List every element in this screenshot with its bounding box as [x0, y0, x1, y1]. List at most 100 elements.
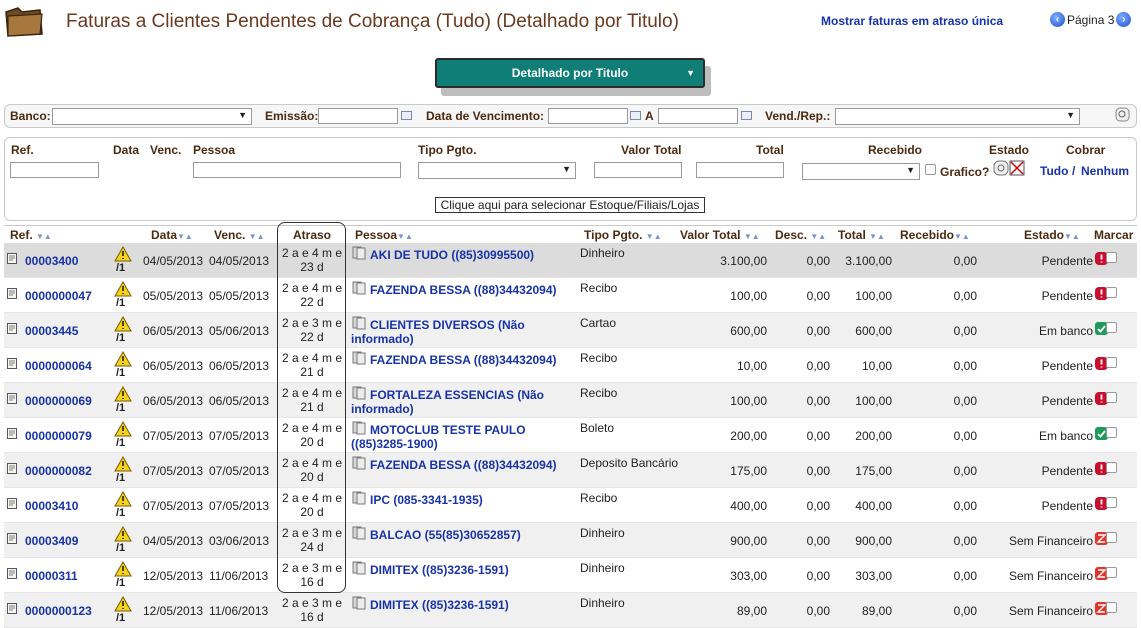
row-ref[interactable]: 00003410 — [25, 499, 78, 513]
col-total[interactable]: Total ▼▲ — [838, 228, 885, 242]
row-checkbox[interactable] — [1106, 392, 1117, 403]
row-ref[interactable]: 00003400 — [25, 254, 78, 268]
document-icon[interactable] — [7, 393, 17, 404]
row-checkbox[interactable] — [1106, 462, 1117, 473]
row-checkbox[interactable] — [1106, 322, 1117, 333]
table-row[interactable]: 00003410 /1 07/05/2013 07/05/2013 2 a e … — [4, 488, 1137, 523]
calendar-icon[interactable] — [630, 111, 641, 120]
table-row[interactable]: 00003409 /1 04/05/2013 03/06/2013 2 a e … — [4, 523, 1137, 558]
row-pessoa[interactable]: FAZENDA BESSA ((88)34432094) — [351, 283, 566, 297]
col-venc[interactable]: Venc. ▼▲ — [214, 228, 265, 242]
vencimento-from-input[interactable] — [548, 108, 628, 124]
emissao-input[interactable] — [318, 108, 398, 124]
row-ref[interactable]: 0000000123 — [25, 604, 92, 618]
estado-icons[interactable] — [993, 160, 1025, 176]
row-ref[interactable]: 00003445 — [25, 324, 78, 338]
warning-icon[interactable] — [114, 351, 132, 367]
row-ref[interactable]: 0000000082 — [25, 464, 92, 478]
calendar-icon[interactable] — [741, 111, 752, 120]
row-ref[interactable]: 0000000079 — [25, 429, 92, 443]
warning-icon[interactable] — [114, 421, 132, 437]
row-checkbox[interactable] — [1106, 532, 1117, 543]
document-icon[interactable] — [7, 533, 17, 544]
table-row[interactable]: 0000000047 /1 05/05/2013 05/05/2013 2 a … — [4, 278, 1137, 313]
row-pessoa[interactable]: DIMITEX ((85)3236-1591) — [351, 598, 566, 612]
row-checkbox[interactable] — [1106, 357, 1117, 368]
row-checkbox[interactable] — [1106, 252, 1117, 263]
table-row[interactable]: 0000000079 /1 07/05/2013 07/05/2013 2 a … — [4, 418, 1137, 453]
table-row[interactable]: 0000000123 /1 12/05/2013 11/06/2013 2 a … — [4, 593, 1137, 628]
row-pessoa[interactable]: CLIENTES DIVERSOS (Não informado) — [351, 318, 566, 346]
table-row[interactable]: 0000000064 /1 06/05/2013 06/05/2013 2 a … — [4, 348, 1137, 383]
document-icon[interactable] — [7, 568, 17, 579]
table-row[interactable]: 0000000069 /1 06/05/2013 06/05/2013 2 a … — [4, 383, 1137, 418]
mode-select[interactable]: Detalhado por Titulo ▼ — [435, 58, 705, 88]
warning-icon[interactable] — [114, 561, 132, 577]
ref-input[interactable] — [10, 162, 99, 178]
table-row[interactable]: 00000311 /1 12/05/2013 11/06/2013 2 a e … — [4, 558, 1137, 593]
document-icon[interactable] — [7, 463, 17, 474]
vend-select[interactable]: ▼ — [835, 108, 1080, 125]
warning-icon[interactable] — [114, 246, 132, 262]
col-pessoa[interactable]: Pessoa▼▲ — [355, 228, 413, 242]
banco-select[interactable]: ▼ — [52, 108, 252, 125]
warning-icon[interactable] — [114, 491, 132, 507]
row-pessoa[interactable]: FORTALEZA ESSENCIAS (Não informado) — [351, 388, 566, 416]
col-estado[interactable]: Estado▼▲ — [1024, 228, 1080, 242]
document-icon[interactable] — [7, 428, 17, 439]
table-row[interactable]: 00003445 /1 06/05/2013 05/06/2013 2 a e … — [4, 313, 1137, 348]
row-pessoa[interactable]: AKI DE TUDO ((85)30995500) — [351, 248, 566, 262]
vencimento-to-input[interactable] — [658, 108, 738, 124]
search-icon[interactable] — [1115, 107, 1130, 122]
next-page-icon[interactable]: › — [1116, 12, 1132, 27]
prev-page-icon[interactable]: ‹ — [1050, 12, 1065, 27]
total-input[interactable] — [696, 162, 784, 178]
row-pessoa[interactable]: MOTOCLUB TESTE PAULO ((85)3285-1900) — [351, 423, 566, 451]
warning-icon[interactable] — [114, 281, 132, 297]
calendar-icon[interactable] — [401, 111, 412, 120]
row-ref[interactable]: 0000000069 — [25, 394, 92, 408]
document-icon[interactable] — [7, 323, 17, 334]
row-checkbox[interactable] — [1106, 602, 1117, 613]
warning-icon[interactable] — [114, 596, 132, 612]
row-pessoa[interactable]: IPC (085-3341-1935) — [351, 493, 566, 507]
document-icon[interactable] — [7, 288, 17, 299]
select-stock-button[interactable]: Clique aqui para selecionar Estoque/Fili… — [435, 197, 705, 213]
row-pessoa[interactable]: FAZENDA BESSA ((88)34432094) — [351, 353, 566, 367]
col-desc[interactable]: Desc. ▼▲ — [775, 228, 826, 242]
col-valor[interactable]: Valor Total ▼▲ — [680, 228, 760, 242]
row-checkbox[interactable] — [1106, 287, 1117, 298]
recebido-select[interactable]: ▼ — [802, 163, 920, 180]
select-none-link[interactable]: Nenhum — [1081, 164, 1129, 178]
row-checkbox[interactable] — [1106, 497, 1117, 508]
row-ref[interactable]: 0000000047 — [25, 289, 92, 303]
warning-icon[interactable] — [114, 316, 132, 332]
row-checkbox[interactable] — [1106, 567, 1117, 578]
row-pessoa[interactable]: FAZENDA BESSA ((88)34432094) — [351, 458, 566, 472]
col-tipo[interactable]: Tipo Pgto. ▼▲ — [584, 228, 662, 242]
row-checkbox[interactable] — [1106, 427, 1117, 438]
tipo-select[interactable]: ▼ — [418, 162, 576, 179]
table-row[interactable]: 0000000082 /1 07/05/2013 07/05/2013 2 a … — [4, 453, 1137, 488]
warning-icon[interactable] — [114, 456, 132, 472]
select-all-link[interactable]: Tudo — [1040, 164, 1068, 178]
grafico-checkbox[interactable] — [925, 164, 936, 175]
warning-icon[interactable] — [114, 526, 132, 542]
row-ref[interactable]: 00000311 — [25, 569, 78, 583]
col-recebido[interactable]: Recebido▼▲ — [900, 228, 970, 242]
document-icon[interactable] — [7, 358, 17, 369]
row-ref[interactable]: 00003409 — [25, 534, 78, 548]
show-late-invoices-link[interactable]: Mostrar faturas em atraso única — [821, 14, 1003, 28]
pessoa-input[interactable] — [193, 162, 401, 178]
document-icon[interactable] — [7, 498, 17, 509]
warning-icon[interactable] — [114, 386, 132, 402]
row-pessoa[interactable]: BALCAO (55(85)30652857) — [351, 528, 566, 542]
valor-total-input[interactable] — [594, 162, 682, 178]
document-icon[interactable] — [7, 253, 17, 264]
row-ref[interactable]: 0000000064 — [25, 359, 92, 373]
col-ref[interactable]: Ref. ▼▲ — [10, 228, 52, 242]
document-icon[interactable] — [7, 603, 17, 614]
table-row[interactable]: 00003400 /1 04/05/2013 04/05/2013 2 a e … — [4, 243, 1137, 278]
row-pessoa[interactable]: DIMITEX ((85)3236-1591) — [351, 563, 566, 577]
col-data[interactable]: Data▼▲ — [151, 228, 193, 242]
